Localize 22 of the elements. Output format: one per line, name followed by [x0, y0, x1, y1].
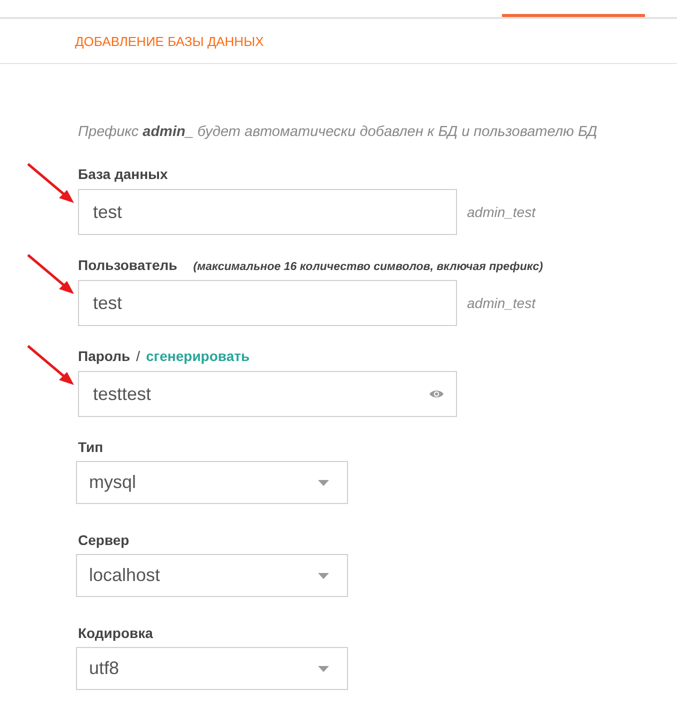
field-label: Сервер — [78, 532, 130, 548]
dropdown[interactable]: localhost — [76, 554, 348, 597]
input-field[interactable]: test — [78, 280, 457, 326]
dropdown[interactable]: utf8 — [76, 647, 348, 690]
show-password-icon[interactable] — [429, 389, 444, 399]
field-note: (максимальное 16 количество символов, включая префикс) — [193, 261, 543, 273]
caret-icon — [318, 480, 329, 486]
input-field[interactable]: test — [78, 189, 457, 235]
section-title: ДОБАВЛЕНИЕ БАЗЫ ДАННЫХ — [75, 34, 264, 48]
field-label: База данных — [78, 166, 168, 182]
field-label: Пользователь — [78, 257, 178, 273]
field-label: Кодировка — [78, 625, 153, 641]
caret-icon — [318, 572, 329, 578]
separator: / — [136, 348, 140, 364]
prefix-hint: Префикс admin_ будет автоматически добавлен к БД и пользователю БД — [78, 124, 598, 140]
full-name-preview: admin_test — [467, 295, 536, 311]
caret-icon — [318, 666, 329, 672]
dropdown[interactable]: mysql — [76, 461, 348, 504]
field-label: Пароль — [78, 348, 130, 364]
password-field[interactable]: testtest — [78, 371, 457, 417]
field-label: Тип — [78, 439, 104, 455]
full-name-preview: admin_test — [467, 204, 536, 220]
